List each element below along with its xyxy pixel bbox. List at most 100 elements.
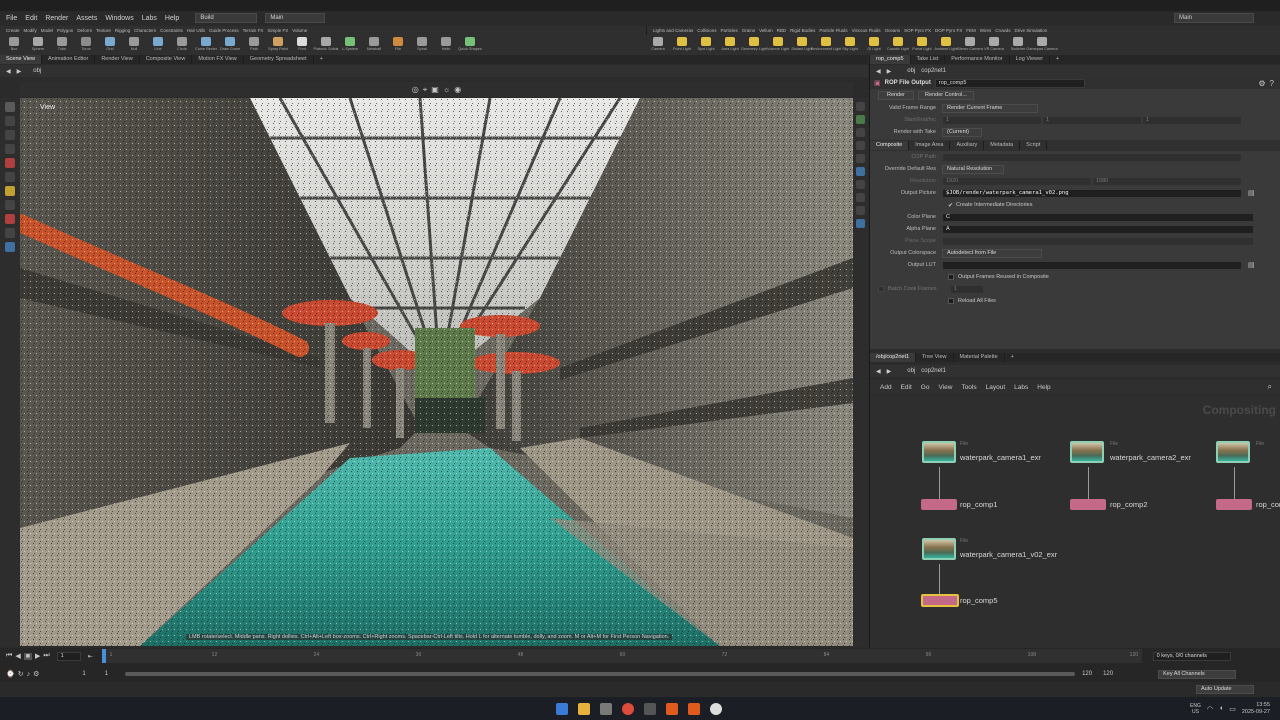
shelf-tool-right-14[interactable]: VR Camera: [982, 35, 1006, 55]
forward-icon[interactable]: ▶: [887, 368, 892, 375]
path-cop2net1[interactable]: cop2net1: [921, 68, 946, 74]
node-name-field[interactable]: rop_comp5: [934, 78, 1085, 88]
desktop-dropdown[interactable]: Build: [195, 13, 258, 23]
shelf-tab-right-6[interactable]: Rigid Bodies: [790, 28, 815, 33]
shelf-tab-left-13[interactable]: Volume: [292, 28, 307, 33]
notes-icon[interactable]: [600, 702, 612, 715]
shelf-tool-right-2[interactable]: Spot Light: [694, 35, 718, 55]
shelf-tool-left-12[interactable]: Font: [290, 35, 314, 55]
key-all-channels-button[interactable]: Key All Channels: [1158, 669, 1237, 679]
cop-path-field[interactable]: [942, 152, 1242, 162]
output-lut-field[interactable]: [942, 260, 1242, 270]
network-editor[interactable]: Compositing File waterpark_camera1_exr r…: [870, 395, 1280, 648]
shelf-tool-left-3[interactable]: Torus: [74, 35, 98, 55]
shelf-tool-left-17[interactable]: Spiral: [410, 35, 434, 55]
tab-geometry-spreadsheet[interactable]: Geometry Spreadsheet: [244, 55, 314, 64]
tab-take-list[interactable]: Take List: [911, 55, 946, 64]
terminal-icon[interactable]: [644, 702, 656, 715]
shelf-tab-right-15[interactable]: Drive Simulation: [1014, 28, 1047, 33]
menu-edit[interactable]: Edit: [25, 15, 37, 22]
timeline-track[interactable]: 1 12 24 36 48 60 72 84 96 108 120: [101, 649, 1142, 663]
shelf-tab-right-3[interactable]: Grains: [742, 28, 755, 33]
pose-tool-icon[interactable]: [5, 172, 15, 182]
move-tool-icon[interactable]: [5, 116, 15, 126]
tab-network-editor[interactable]: /obj/cop2net1: [870, 353, 917, 362]
net-menu-edit[interactable]: Edit: [901, 384, 912, 391]
shelf-tool-right-11[interactable]: Portal Light: [910, 35, 934, 55]
tab-rop-comp5[interactable]: rop_comp5: [870, 55, 911, 64]
rotate-tool-icon[interactable]: [5, 130, 15, 140]
subtab-image-area[interactable]: Image Area: [909, 141, 951, 150]
shelf-tab-right-1[interactable]: Collisions: [697, 28, 716, 33]
valid-frame-range-menu[interactable]: Render Current Frame: [942, 103, 1038, 113]
shelf-tool-left-6[interactable]: Line: [146, 35, 170, 55]
create-dirs-checkbox[interactable]: ✔: [948, 202, 953, 209]
search-icon[interactable]: ⌕: [1268, 382, 1272, 392]
battery-icon[interactable]: ▭: [1229, 705, 1236, 713]
snap-tool-icon[interactable]: [5, 228, 15, 238]
shelf-tool-left-4[interactable]: Grid: [98, 35, 122, 55]
output-colorspace-menu[interactable]: Autodetect from File: [942, 248, 1042, 258]
tab-performance-monitor[interactable]: Performance Monitor: [945, 55, 1010, 64]
volume-icon[interactable]: ◖: [1219, 705, 1223, 712]
shelf-tool-left-14[interactable]: L-System: [338, 35, 362, 55]
net-menu-labs[interactable]: Labs: [1014, 384, 1028, 391]
rop-node-2[interactable]: [1070, 499, 1106, 510]
shelf-tool-right-10[interactable]: Caustic Light: [886, 35, 910, 55]
file-explorer-icon[interactable]: [578, 702, 590, 715]
shelf-tab-left-0[interactable]: Create: [6, 28, 20, 33]
render-with-take-menu[interactable]: (Current): [942, 127, 982, 137]
menu-file[interactable]: File: [6, 15, 17, 22]
range-start-label[interactable]: 1: [82, 671, 85, 677]
scale-tool-icon[interactable]: [5, 144, 15, 154]
shelf-tab-right-0[interactable]: Lights and Cameras: [653, 28, 693, 33]
shelf-tool-left-11[interactable]: Spray Paint: [266, 35, 290, 55]
subtab-metadata[interactable]: Metadata: [984, 141, 1021, 150]
subtab-script[interactable]: Script: [1020, 141, 1048, 150]
audio-icon[interactable]: ♪: [27, 671, 31, 678]
shelf-tab-left-4[interactable]: Deform: [77, 28, 92, 33]
tab-render-view[interactable]: Render View: [95, 55, 140, 64]
shelf-tab-right-10[interactable]: SOP Pyro FX: [904, 28, 931, 33]
auto-update-menu[interactable]: Auto Update: [1196, 685, 1254, 694]
display-options-icon[interactable]: [856, 102, 865, 111]
shelf-tool-right-15[interactable]: Switcher: [1006, 35, 1030, 55]
shelf-tool-left-5[interactable]: Null: [122, 35, 146, 55]
forward-icon[interactable]: ▶: [17, 68, 22, 75]
file-node-2[interactable]: [1070, 441, 1104, 463]
range-start-label-2[interactable]: 1: [105, 671, 108, 677]
shelf-tool-right-0[interactable]: Camera: [646, 35, 670, 55]
select-tool-icon[interactable]: [5, 102, 15, 112]
render-control-button[interactable]: Render Control...: [918, 91, 974, 100]
layout-dropdown[interactable]: Main: [265, 13, 326, 23]
playhead[interactable]: [101, 649, 106, 663]
tab-motion-fx-view[interactable]: Motion FX View: [192, 55, 244, 64]
display-icon[interactable]: ▣: [431, 85, 439, 94]
shelf-tab-right-8[interactable]: Viscous Fluids: [852, 28, 881, 33]
menu-labs[interactable]: Labs: [142, 15, 157, 22]
net-menu-add[interactable]: Add: [880, 384, 892, 391]
tab-scene-view[interactable]: Scene View: [0, 55, 42, 64]
back-icon[interactable]: ◀: [876, 68, 881, 75]
subtab-composite[interactable]: Composite: [870, 141, 910, 150]
path-obj[interactable]: obj: [33, 68, 41, 74]
net-menu-go[interactable]: Go: [921, 384, 930, 391]
shading-icon[interactable]: [856, 115, 865, 124]
shelf-tool-right-9[interactable]: GI Light: [862, 35, 886, 55]
wire-icon[interactable]: [856, 206, 865, 215]
shelf-tool-right-7[interactable]: Environment Light: [811, 35, 841, 55]
net-menu-tools[interactable]: Tools: [961, 384, 976, 391]
gear-icon[interactable]: ⚙: [1258, 79, 1265, 88]
tab-animation-editor[interactable]: Animation Editor: [42, 55, 96, 64]
tab-tree-view[interactable]: Tree View: [916, 353, 954, 362]
snap-icon[interactable]: ⌖: [423, 85, 428, 95]
chrome-icon[interactable]: [622, 702, 634, 715]
reload-all-files-checkbox[interactable]: [948, 298, 954, 304]
shelf-tab-left-10[interactable]: Guide Process: [209, 28, 239, 33]
forward-icon[interactable]: ▶: [887, 68, 892, 75]
camera-icon[interactable]: ◎: [412, 85, 419, 94]
alpha-plane-field[interactable]: A: [942, 224, 1254, 234]
plane-scope-field[interactable]: [942, 236, 1254, 246]
shelf-tool-left-2[interactable]: Tube: [50, 35, 74, 55]
help-icon[interactable]: ?: [1270, 79, 1274, 88]
